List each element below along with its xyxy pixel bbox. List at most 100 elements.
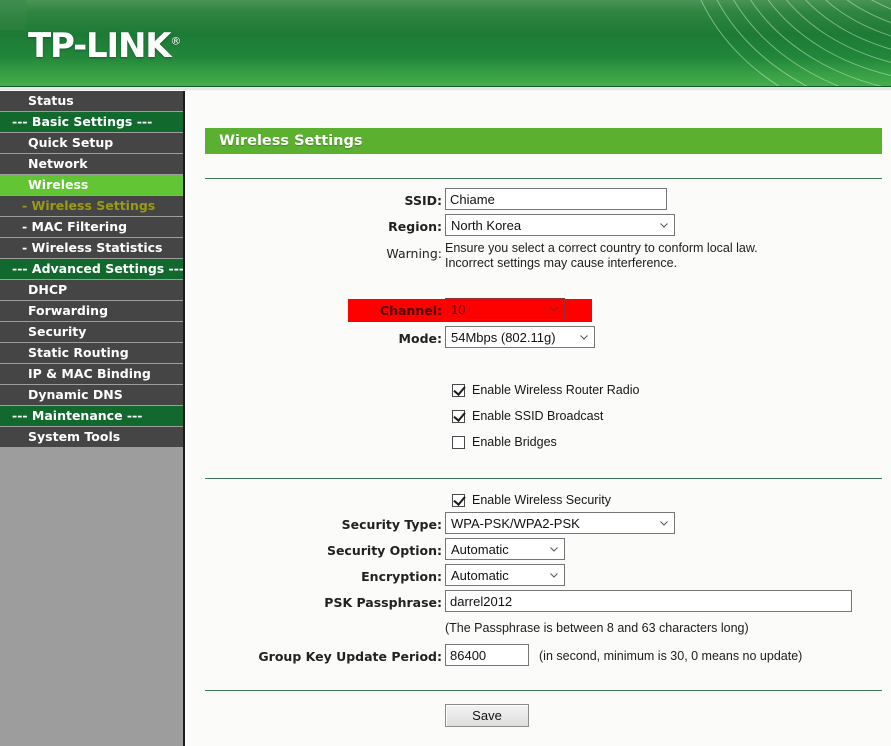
enable-bridges-checkbox[interactable] <box>452 435 465 449</box>
chevron-down-icon <box>580 335 588 340</box>
sidebar-item-label: Wireless <box>28 177 89 192</box>
sidebar-item-wireless-settings[interactable]: - Wireless Settings <box>0 196 183 217</box>
channel-value: 10 <box>451 302 466 317</box>
security-option-label: Security Option: <box>326 543 442 558</box>
header-corner-accent <box>0 0 26 30</box>
security-type-value: WPA-PSK/WPA2-PSK <box>451 516 580 531</box>
security-option-value: Automatic <box>451 542 509 557</box>
passphrase-hint: (The Passphrase is between 8 and 63 char… <box>445 621 749 635</box>
sidebar-section-maintenance: --- Maintenance --- <box>0 406 183 427</box>
sidebar-item-label: Quick Setup <box>28 135 114 150</box>
sidebar-item-dynamic-dns[interactable]: Dynamic DNS <box>0 385 183 406</box>
section-divider-bottom <box>205 690 882 691</box>
enable-ssid-broadcast-row[interactable]: Enable SSID Broadcast <box>452 405 603 427</box>
warning-line-2: Incorrect settings may cause interferenc… <box>445 256 678 270</box>
header-arc-decoration <box>591 0 891 86</box>
psk-passphrase-label: PSK Passphrase: <box>324 595 442 610</box>
security-option-select[interactable]: Automatic <box>445 538 565 560</box>
sidebar-item-wireless[interactable]: Wireless <box>0 175 183 196</box>
channel-select[interactable]: 10 <box>445 298 565 320</box>
mode-row: Mode: 54Mbps (802.11g) <box>187 326 891 352</box>
sidebar-item-label: System Tools <box>28 429 121 444</box>
sidebar-item-network[interactable]: Network <box>0 154 183 175</box>
encryption-select[interactable]: Automatic <box>445 564 565 586</box>
sidebar-item-mac-filtering[interactable]: - MAC Filtering <box>0 217 183 238</box>
sidebar-section-label: --- Advanced Settings --- <box>12 261 183 276</box>
mode-label: Mode: <box>398 331 442 346</box>
psk-passphrase-input[interactable] <box>445 590 852 612</box>
registered-trademark-icon: ® <box>170 34 182 48</box>
sidebar-item-label: IP & MAC Binding <box>28 366 151 381</box>
warning-label: Warning: <box>386 246 442 261</box>
enable-wireless-router-radio-checkbox[interactable] <box>452 383 465 397</box>
sidebar-section-label: --- Maintenance --- <box>12 408 143 423</box>
ssid-input[interactable] <box>445 188 667 210</box>
main-content: Wireless Settings SSID: Region: North Ko… <box>187 91 891 746</box>
sidebar-item-label: Forwarding <box>28 303 109 318</box>
enable-wireless-router-radio-row[interactable]: Enable Wireless Router Radio <box>452 379 639 401</box>
region-select[interactable]: North Korea <box>445 214 675 236</box>
region-label: Region: <box>388 219 442 234</box>
page-title: Wireless Settings <box>205 128 882 154</box>
channel-label: Channel: <box>379 303 442 318</box>
group-key-hint: (in second, minimum is 30, 0 means no up… <box>539 649 803 663</box>
chevron-down-icon <box>550 307 558 312</box>
sidebar-menu: Status --- Basic Settings --- Quick Setu… <box>0 91 183 448</box>
channel-row: Channel: 10 <box>187 298 891 324</box>
chevron-down-icon <box>550 547 558 552</box>
sidebar-item-status[interactable]: Status <box>0 91 183 112</box>
sidebar-item-forwarding[interactable]: Forwarding <box>0 301 183 322</box>
encryption-row: Encryption: Automatic <box>187 564 891 590</box>
sidebar-item-static-routing[interactable]: Static Routing <box>0 343 183 364</box>
warning-line-1: Ensure you select a correct country to c… <box>445 241 758 255</box>
sidebar-item-label: Security <box>28 324 87 339</box>
enable-wireless-security-checkbox[interactable] <box>452 493 465 507</box>
sidebar-item-label: - Wireless Settings <box>22 198 156 213</box>
sidebar-item-security[interactable]: Security <box>0 322 183 343</box>
group-key-update-period-label: Group Key Update Period: <box>258 649 442 664</box>
sidebar-item-label: Static Routing <box>28 345 129 360</box>
sidebar-item-ip-mac-binding[interactable]: IP & MAC Binding <box>0 364 183 385</box>
chevron-down-icon <box>550 573 558 578</box>
sidebar-item-system-tools[interactable]: System Tools <box>0 427 183 448</box>
sidebar-section-advanced-settings: --- Advanced Settings --- <box>0 259 183 280</box>
enable-ssid-broadcast-checkbox[interactable] <box>452 409 465 423</box>
save-button[interactable]: Save <box>445 704 529 727</box>
sidebar-item-dhcp[interactable]: DHCP <box>0 280 183 301</box>
enable-wireless-security-row[interactable]: Enable Wireless Security <box>452 489 611 511</box>
security-type-label: Security Type: <box>341 517 442 532</box>
sidebar-item-wireless-statistics[interactable]: - Wireless Statistics <box>0 238 183 259</box>
mode-select[interactable]: 54Mbps (802.11g) <box>445 326 595 348</box>
sidebar-section-basic-settings: --- Basic Settings --- <box>0 112 183 133</box>
enable-bridges-label: Enable Bridges <box>472 435 557 449</box>
security-type-select[interactable]: WPA-PSK/WPA2-PSK <box>445 512 675 534</box>
enable-wireless-router-radio-label: Enable Wireless Router Radio <box>472 383 640 397</box>
ssid-label: SSID: <box>404 193 442 208</box>
encryption-value: Automatic <box>451 568 509 583</box>
chevron-down-icon <box>660 521 668 526</box>
section-divider-top <box>205 178 882 179</box>
sidebar-item-label: - MAC Filtering <box>22 219 128 234</box>
mode-value: 54Mbps (802.11g) <box>451 330 556 345</box>
sidebar-item-quick-setup[interactable]: Quick Setup <box>0 133 183 154</box>
group-key-update-period-input[interactable] <box>445 644 529 666</box>
sidebar: Status --- Basic Settings --- Quick Setu… <box>0 91 185 746</box>
app-header: TP-LINK® <box>0 0 891 86</box>
enable-bridges-row[interactable]: Enable Bridges <box>452 431 557 453</box>
psk-passphrase-row: PSK Passphrase: <box>187 590 891 616</box>
chevron-down-icon <box>660 223 668 228</box>
sidebar-item-label: Dynamic DNS <box>28 387 123 402</box>
ssid-row: SSID: <box>187 188 891 214</box>
enable-wireless-security-label: Enable Wireless Security <box>472 493 611 507</box>
encryption-label: Encryption: <box>361 569 442 584</box>
region-value: North Korea <box>451 218 522 233</box>
security-option-row: Security Option: Automatic <box>187 538 891 564</box>
enable-ssid-broadcast-label: Enable SSID Broadcast <box>472 409 604 423</box>
sidebar-section-label: --- Basic Settings --- <box>12 114 153 129</box>
logo-text: TP-LINK <box>28 26 172 66</box>
tp-link-logo: TP-LINK® <box>28 26 181 66</box>
sidebar-item-label: - Wireless Statistics <box>22 240 163 255</box>
section-divider-security <box>205 478 882 479</box>
warning-text: Ensure you select a correct country to c… <box>445 241 758 271</box>
sidebar-item-label: Status <box>28 93 74 108</box>
